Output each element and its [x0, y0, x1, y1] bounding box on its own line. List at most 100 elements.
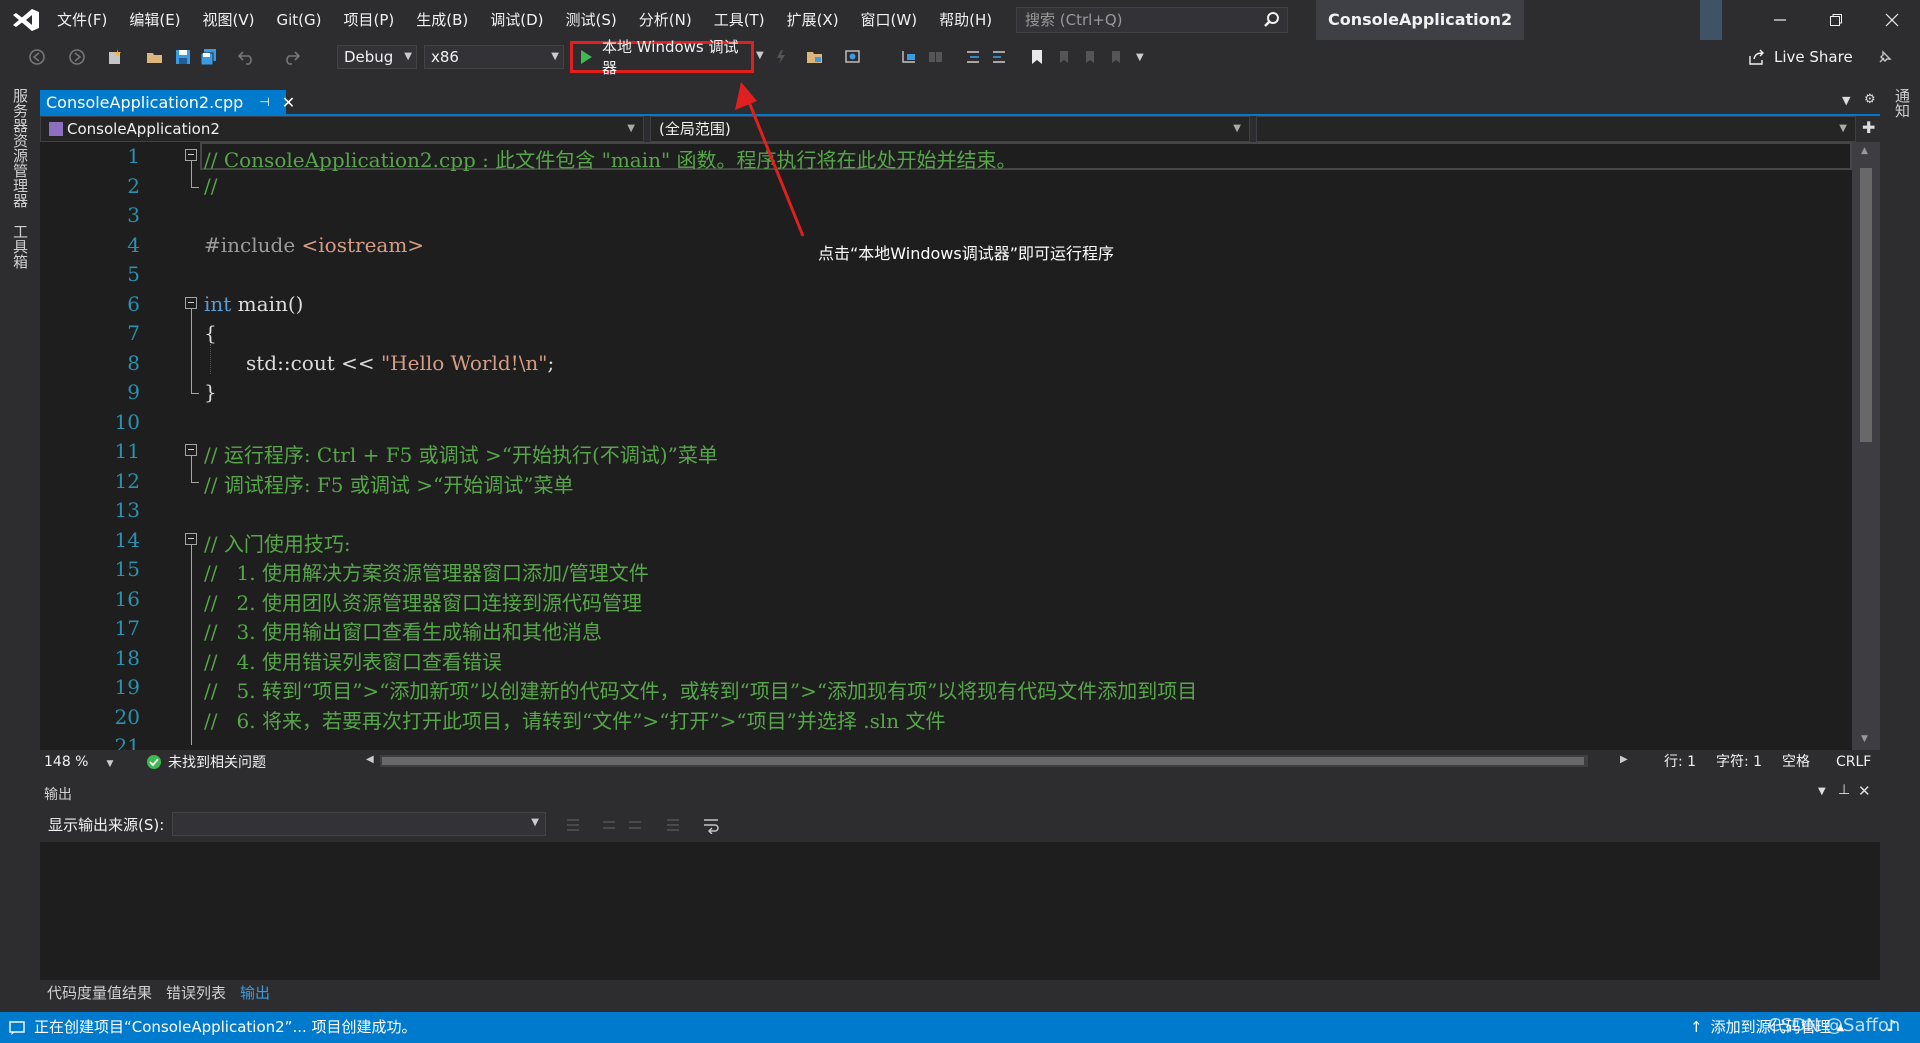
string-literal: "Hello World!\n": [380, 351, 548, 375]
code-editor[interactable]: 1 2 3 4 5 6 7 8 9 10 11 12 13 14 15 16 1…: [40, 142, 1852, 750]
uncomment-lines-icon[interactable]: [990, 48, 1008, 66]
scroll-left-icon[interactable]: ◀: [366, 754, 374, 765]
restore-button[interactable]: [1808, 0, 1864, 40]
collapse-region-icon[interactable]: [185, 444, 197, 456]
close-panel-icon[interactable]: ✕: [1858, 782, 1871, 800]
tab-output[interactable]: 输出: [233, 980, 277, 1006]
navigate-forward-icon[interactable]: [68, 48, 86, 66]
toolbox-tab[interactable]: 工具箱: [10, 224, 31, 269]
word-wrap-icon[interactable]: [702, 816, 720, 834]
output-source-select[interactable]: ▼: [172, 812, 546, 836]
close-tab-icon[interactable]: ✕: [282, 93, 295, 112]
menu-help[interactable]: 帮助(H): [928, 0, 1003, 40]
close-window-button[interactable]: [1864, 0, 1920, 40]
save-all-icon[interactable]: [200, 48, 218, 66]
collapse-region-icon[interactable]: [185, 149, 197, 161]
find-message-icon[interactable]: [564, 816, 582, 834]
server-explorer-tab[interactable]: 服务器资源管理器: [10, 88, 31, 208]
member-dropdown[interactable]: ▼: [1256, 116, 1856, 142]
new-project-icon[interactable]: [106, 48, 124, 66]
zoom-select[interactable]: 148 % ▼: [44, 750, 113, 774]
keyword: int: [204, 292, 232, 316]
status-message: 正在创建项目“ConsoleApplication2”... 项目创建成功。: [34, 1018, 417, 1036]
previous-bookmark-icon[interactable]: [1054, 48, 1072, 66]
output-content-area[interactable]: [40, 842, 1880, 980]
notifications-tab[interactable]: 通知: [1892, 88, 1913, 118]
scroll-down-icon[interactable]: ▼: [1861, 734, 1868, 744]
redo-icon[interactable]: [282, 48, 300, 66]
clear-bookmarks-icon[interactable]: [1106, 48, 1124, 66]
solution-platform-select[interactable]: x86 ▼: [424, 45, 564, 69]
scroll-up-icon[interactable]: ▲: [1861, 146, 1868, 156]
tab-label: ConsoleApplication2.cpp: [46, 92, 244, 112]
horizontal-scroll-thumb[interactable]: [382, 757, 1584, 765]
line-indicator[interactable]: 行: 1: [1664, 750, 1696, 774]
scope-dropdown[interactable]: (全局范围) ▼: [650, 116, 1250, 142]
run-options-chevron-icon[interactable]: ▼: [756, 50, 764, 61]
line-number: 15: [114, 557, 140, 581]
watermark: CSDN @Saffon: [1768, 1015, 1901, 1036]
line-number: 14: [114, 528, 140, 552]
horizontal-scrollbar[interactable]: [380, 755, 1588, 767]
search-input[interactable]: 搜索 (Ctrl+Q): [1016, 7, 1288, 33]
live-share-button[interactable]: Live Share: [1748, 40, 1853, 74]
indentation-indicator[interactable]: 空格: [1782, 750, 1810, 774]
undo-icon[interactable]: [238, 48, 256, 66]
menu-window[interactable]: 窗口(W): [850, 0, 929, 40]
menu-test[interactable]: 测试(S): [555, 0, 628, 40]
feedback-icon[interactable]: [1876, 48, 1894, 66]
annotation-text: 点击“本地Windows调试器”即可运行程序: [818, 244, 1115, 263]
line-number: 16: [114, 587, 140, 611]
previous-message-icon[interactable]: [600, 816, 618, 834]
step-into-icon[interactable]: [900, 48, 918, 66]
menu-view[interactable]: 视图(V): [192, 0, 266, 40]
pin-panel-icon[interactable]: ⊥: [1838, 782, 1850, 798]
notification-bell-icon[interactable]: ♪: [1886, 1016, 1896, 1035]
tab-code-metrics[interactable]: 代码度量值结果: [40, 980, 159, 1006]
tab-error-list[interactable]: 错误列表: [159, 980, 233, 1006]
tab-consoleapplication2-cpp[interactable]: ConsoleApplication2.cpp ⊣ ✕: [40, 90, 295, 114]
settings-gear-icon[interactable]: ⚙: [1864, 92, 1876, 107]
toolbar-overflow-icon[interactable]: ▼: [1136, 52, 1144, 63]
pin-icon[interactable]: ⊣: [259, 95, 269, 109]
vertical-scrollbar[interactable]: ▲ ▼: [1852, 142, 1880, 750]
local-windows-debugger-button[interactable]: 本地 Windows 调试器: [570, 38, 754, 77]
navigate-back-icon[interactable]: [28, 48, 46, 66]
next-bookmark-icon[interactable]: [1080, 48, 1098, 66]
menu-edit[interactable]: 编辑(E): [118, 0, 191, 40]
project-dropdown[interactable]: ConsoleApplication2 ▼: [40, 116, 644, 142]
open-folder-icon[interactable]: [806, 48, 824, 66]
menu-project[interactable]: 项目(P): [333, 0, 406, 40]
menu-tools[interactable]: 工具(T): [703, 0, 776, 40]
bookmark-icon[interactable]: [1028, 48, 1046, 66]
clear-all-icon[interactable]: [664, 816, 682, 834]
menu-git[interactable]: Git(G): [266, 0, 333, 40]
vertical-scroll-thumb[interactable]: [1860, 168, 1872, 442]
menu-build[interactable]: 生成(B): [405, 0, 479, 40]
save-icon[interactable]: [174, 48, 192, 66]
collapse-region-icon[interactable]: [185, 297, 197, 309]
next-message-icon[interactable]: [626, 816, 644, 834]
menu-extensions[interactable]: 扩展(X): [776, 0, 850, 40]
comment-lines-icon[interactable]: [964, 48, 982, 66]
line-ending-indicator[interactable]: CRLF: [1836, 750, 1871, 774]
tab-list-chevron-icon[interactable]: ▼: [1842, 94, 1850, 107]
collapse-region-icon[interactable]: [185, 533, 197, 545]
hot-reload-icon[interactable]: [772, 48, 790, 66]
minimize-button[interactable]: [1752, 0, 1808, 40]
split-editor-icon[interactable]: ✚: [1862, 118, 1875, 137]
menu-analyze[interactable]: 分析(N): [628, 0, 703, 40]
char-indicator[interactable]: 字符: 1: [1716, 750, 1762, 774]
line-number: 6: [127, 292, 140, 316]
menu-debug[interactable]: 调试(D): [479, 0, 554, 40]
solution-configuration-select[interactable]: Debug ▼: [337, 45, 417, 69]
code-line-4: #include <iostream>: [204, 233, 424, 257]
browser-link-icon[interactable]: [844, 48, 862, 66]
scroll-right-icon[interactable]: ▶: [1620, 754, 1628, 765]
panel-menu-chevron-icon[interactable]: ▼: [1818, 786, 1826, 797]
code-line-20: // 6. 将来，若要再次打开此项目，请转到“文件”>“打开”>“项目”并选择 …: [204, 709, 946, 733]
open-file-icon[interactable]: [146, 48, 164, 66]
step-over-icon[interactable]: [926, 48, 944, 66]
issues-indicator[interactable]: 未找到相关问题: [146, 750, 266, 774]
menu-file[interactable]: 文件(F): [46, 0, 118, 40]
